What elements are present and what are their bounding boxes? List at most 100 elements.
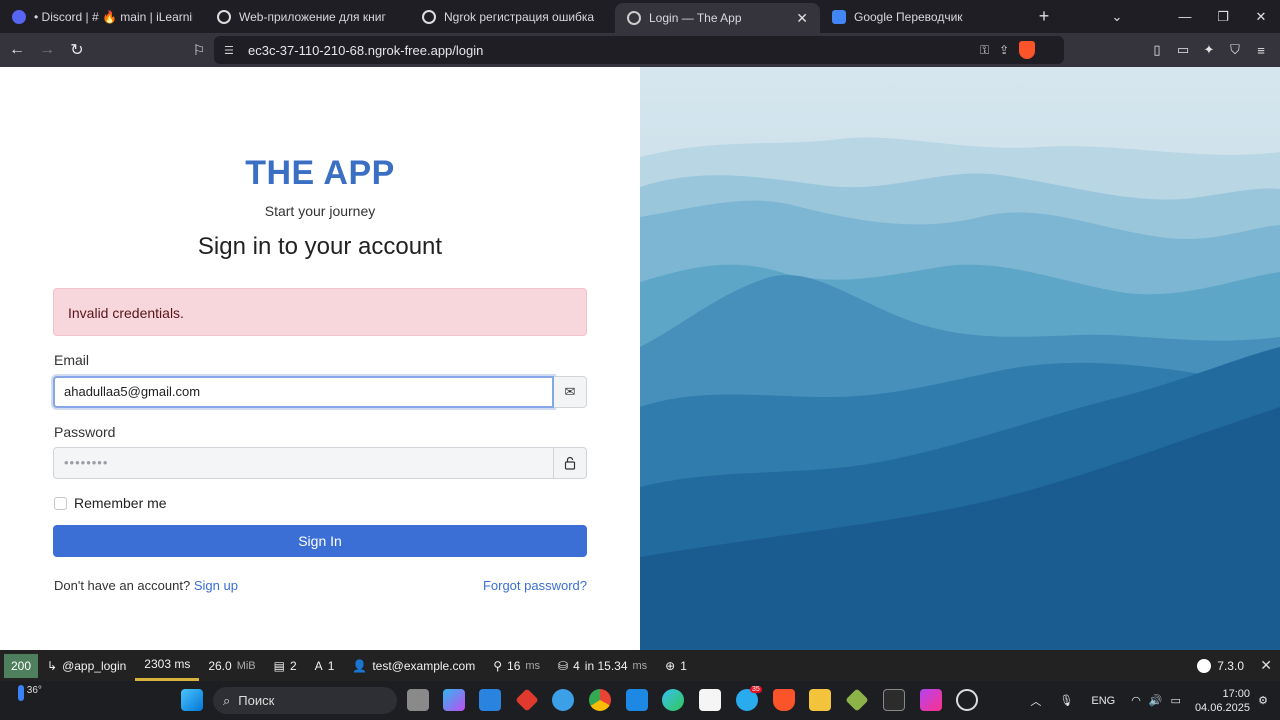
brave-shields-icon[interactable] <box>1019 41 1036 59</box>
twig-icon: ⚲ <box>493 658 503 673</box>
mountain-landscape <box>640 67 1280 650</box>
window-controls: ⌄ — ❐ ✕ <box>1098 0 1280 33</box>
microphone-icon[interactable]: 🎙 <box>1059 694 1073 707</box>
edge-icon[interactable] <box>662 689 684 711</box>
logs-item[interactable]: ⊕ 1 <box>656 650 696 681</box>
weather-widget[interactable]: 36° <box>18 685 42 701</box>
version-text: 7.3.0 <box>1217 658 1244 673</box>
clock-date: 04.06.2025 <box>1194 701 1250 714</box>
wifi-icon[interactable]: ◠ <box>1131 694 1141 707</box>
route-item[interactable]: ↳ @app_login <box>38 650 135 681</box>
bookmark-icon[interactable]: ⚐ <box>186 37 212 63</box>
browser-actions: ▯ ▭ ✦ ⛉ ≡ <box>1148 33 1270 67</box>
vscode-icon[interactable] <box>626 689 648 711</box>
password-label: Password <box>54 424 116 440</box>
twig-item[interactable]: ⚲ 16 ms <box>484 650 549 681</box>
new-tab-button[interactable]: + <box>1029 6 1059 27</box>
windows-start-icon[interactable] <box>181 689 203 711</box>
translation-item[interactable]: A 1 <box>306 650 344 681</box>
openai-icon <box>217 9 231 24</box>
route-name: @app_login <box>62 658 127 673</box>
tab-google-translate[interactable]: Google Переводчик <box>820 0 1025 33</box>
notification-icon[interactable]: ⚙ <box>1258 694 1268 707</box>
translation-icon: A <box>314 658 323 673</box>
key-icon[interactable]: ⚿ <box>980 43 989 58</box>
leo-ai-icon[interactable]: ✦ <box>1200 42 1218 58</box>
tab-ngrok-error[interactable]: Ngrok регистрация ошибка <box>410 0 615 33</box>
remember-me[interactable]: Remember me <box>54 495 167 511</box>
search-label: Поиск <box>238 693 275 708</box>
store-icon[interactable] <box>479 689 501 711</box>
tab-discord[interactable]: • Discord | # 🔥 main | iLearning <box>0 0 205 33</box>
security-item[interactable]: 👤 test@example.com <box>343 650 484 681</box>
page-title: Sign in to your account <box>197 233 443 260</box>
back-icon[interactable]: ← <box>4 37 30 63</box>
clock[interactable]: 17:00 04.06.2025 <box>1195 687 1250 715</box>
no-account-text: Don't have an account? <box>54 578 191 593</box>
memory-unit: MiB <box>236 659 256 672</box>
copilot-icon[interactable] <box>443 689 465 711</box>
clock-time: 17:00 <box>1222 687 1250 700</box>
browser-tool-icon[interactable] <box>552 689 574 711</box>
tab-login-the-app[interactable]: Login — The App ✕ <box>615 3 820 33</box>
brave-icon[interactable] <box>773 689 795 711</box>
address-bar[interactable]: ☰ ec3c-37-110-210-68.ngrok-free.app/logi… <box>214 36 1064 64</box>
wallet-icon[interactable]: ▭ <box>1174 42 1192 58</box>
menu-icon[interactable]: ≡ <box>1252 43 1270 58</box>
chatgpt-icon[interactable] <box>956 689 978 711</box>
error-alert: Invalid credentials. <box>53 288 587 336</box>
app-red-icon[interactable] <box>515 688 539 712</box>
request-time-item[interactable]: 2303 ms <box>135 650 200 681</box>
close-tab-icon[interactable]: ✕ <box>796 10 808 27</box>
database-item[interactable]: ⛁ 4 in 15.34 ms <box>549 650 656 681</box>
forward-icon[interactable]: → <box>34 37 60 63</box>
terminal-icon[interactable] <box>883 689 905 711</box>
notion-icon[interactable] <box>699 689 721 711</box>
task-view-icon[interactable] <box>407 689 429 711</box>
memory-value: 26.0 <box>208 658 232 673</box>
git-icon[interactable] <box>845 688 869 712</box>
close-toolbar-icon[interactable]: ✕ <box>1260 650 1272 681</box>
close-window-icon[interactable]: ✕ <box>1242 9 1280 25</box>
security-user: test@example.com <box>372 658 476 673</box>
sign-in-button[interactable]: Sign In <box>53 525 587 557</box>
tab-web-app-books[interactable]: Web-приложение для книг <box>205 0 410 33</box>
symfony-version[interactable]: 7.3.0 <box>1197 650 1244 681</box>
chrome-icon[interactable] <box>589 689 611 711</box>
password-input-group: •••••••• <box>53 447 587 479</box>
logs-icon: ⊕ <box>665 658 676 673</box>
sign-up-link[interactable]: Sign up <box>194 578 238 593</box>
logs-count: 1 <box>680 658 687 673</box>
sidebar-icon[interactable]: ▯ <box>1148 42 1166 58</box>
site-settings-icon[interactable]: ☰ <box>224 44 238 57</box>
forgot-password-link[interactable]: Forgot password? <box>483 578 587 593</box>
taskbar-search[interactable]: ⌕ Поиск <box>213 687 397 714</box>
phpstorm-icon[interactable] <box>920 689 942 711</box>
status-code-badge[interactable]: 200 <box>4 653 38 678</box>
remember-me-checkbox[interactable] <box>54 496 67 510</box>
google-translate-icon <box>832 9 846 24</box>
mountain-background-image <box>640 67 1280 650</box>
thermometer-icon <box>18 685 24 701</box>
telegram-badge: 35 <box>750 686 762 693</box>
language-indicator[interactable]: ENG <box>1091 695 1115 707</box>
tray-chevron-icon[interactable]: ︿ <box>1030 693 1041 709</box>
page-viewport: THE APP Start your journey Sign in to yo… <box>0 67 1280 650</box>
reload-icon[interactable]: ↻ <box>64 37 90 63</box>
memory-item[interactable]: 26.0 MiB <box>199 650 264 681</box>
windows-taskbar: 36° ⌕ Поиск 35 ︿ 🎙 ENG ◠ 🔊 ▭ 17:00 04.06… <box>0 681 1280 720</box>
address-bar-icons: ⚿ ⇪ <box>980 36 1036 64</box>
forms-item[interactable]: ▤ 2 <box>265 650 306 681</box>
vpn-icon[interactable]: ⛉ <box>1226 42 1244 58</box>
share-icon[interactable]: ⇪ <box>999 43 1009 57</box>
file-explorer-icon[interactable] <box>809 689 831 711</box>
route-arrow-icon: ↳ <box>47 658 58 673</box>
minimize-icon[interactable]: — <box>1166 9 1204 24</box>
password-field[interactable]: •••••••• <box>53 447 554 479</box>
db-unit: ms <box>632 659 648 672</box>
battery-icon[interactable]: ▭ <box>1171 694 1181 707</box>
volume-icon[interactable]: 🔊 <box>1149 694 1163 707</box>
email-field[interactable]: ahadullaa5@gmail.com <box>53 376 554 408</box>
maximize-icon[interactable]: ❐ <box>1204 9 1242 25</box>
tab-list-chevron-icon[interactable]: ⌄ <box>1098 9 1136 25</box>
